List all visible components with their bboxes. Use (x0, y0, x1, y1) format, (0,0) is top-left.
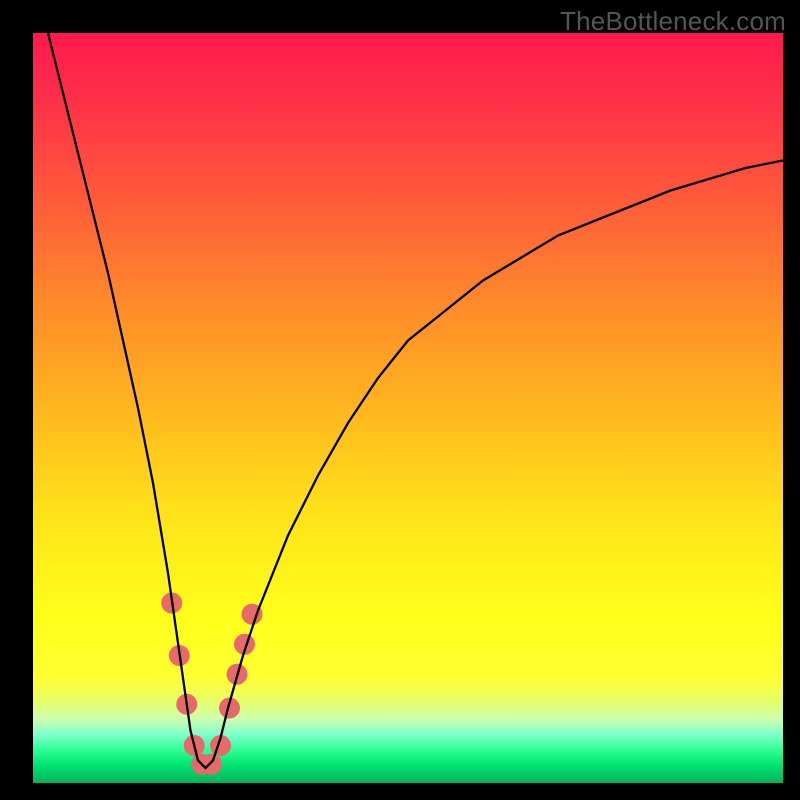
chart-svg (33, 33, 783, 783)
marker-dot (201, 754, 222, 775)
plot-area (33, 33, 783, 783)
bottleneck-curve (48, 33, 783, 768)
chart-frame: TheBottleneck.com (0, 0, 800, 800)
markers-group (161, 593, 262, 775)
